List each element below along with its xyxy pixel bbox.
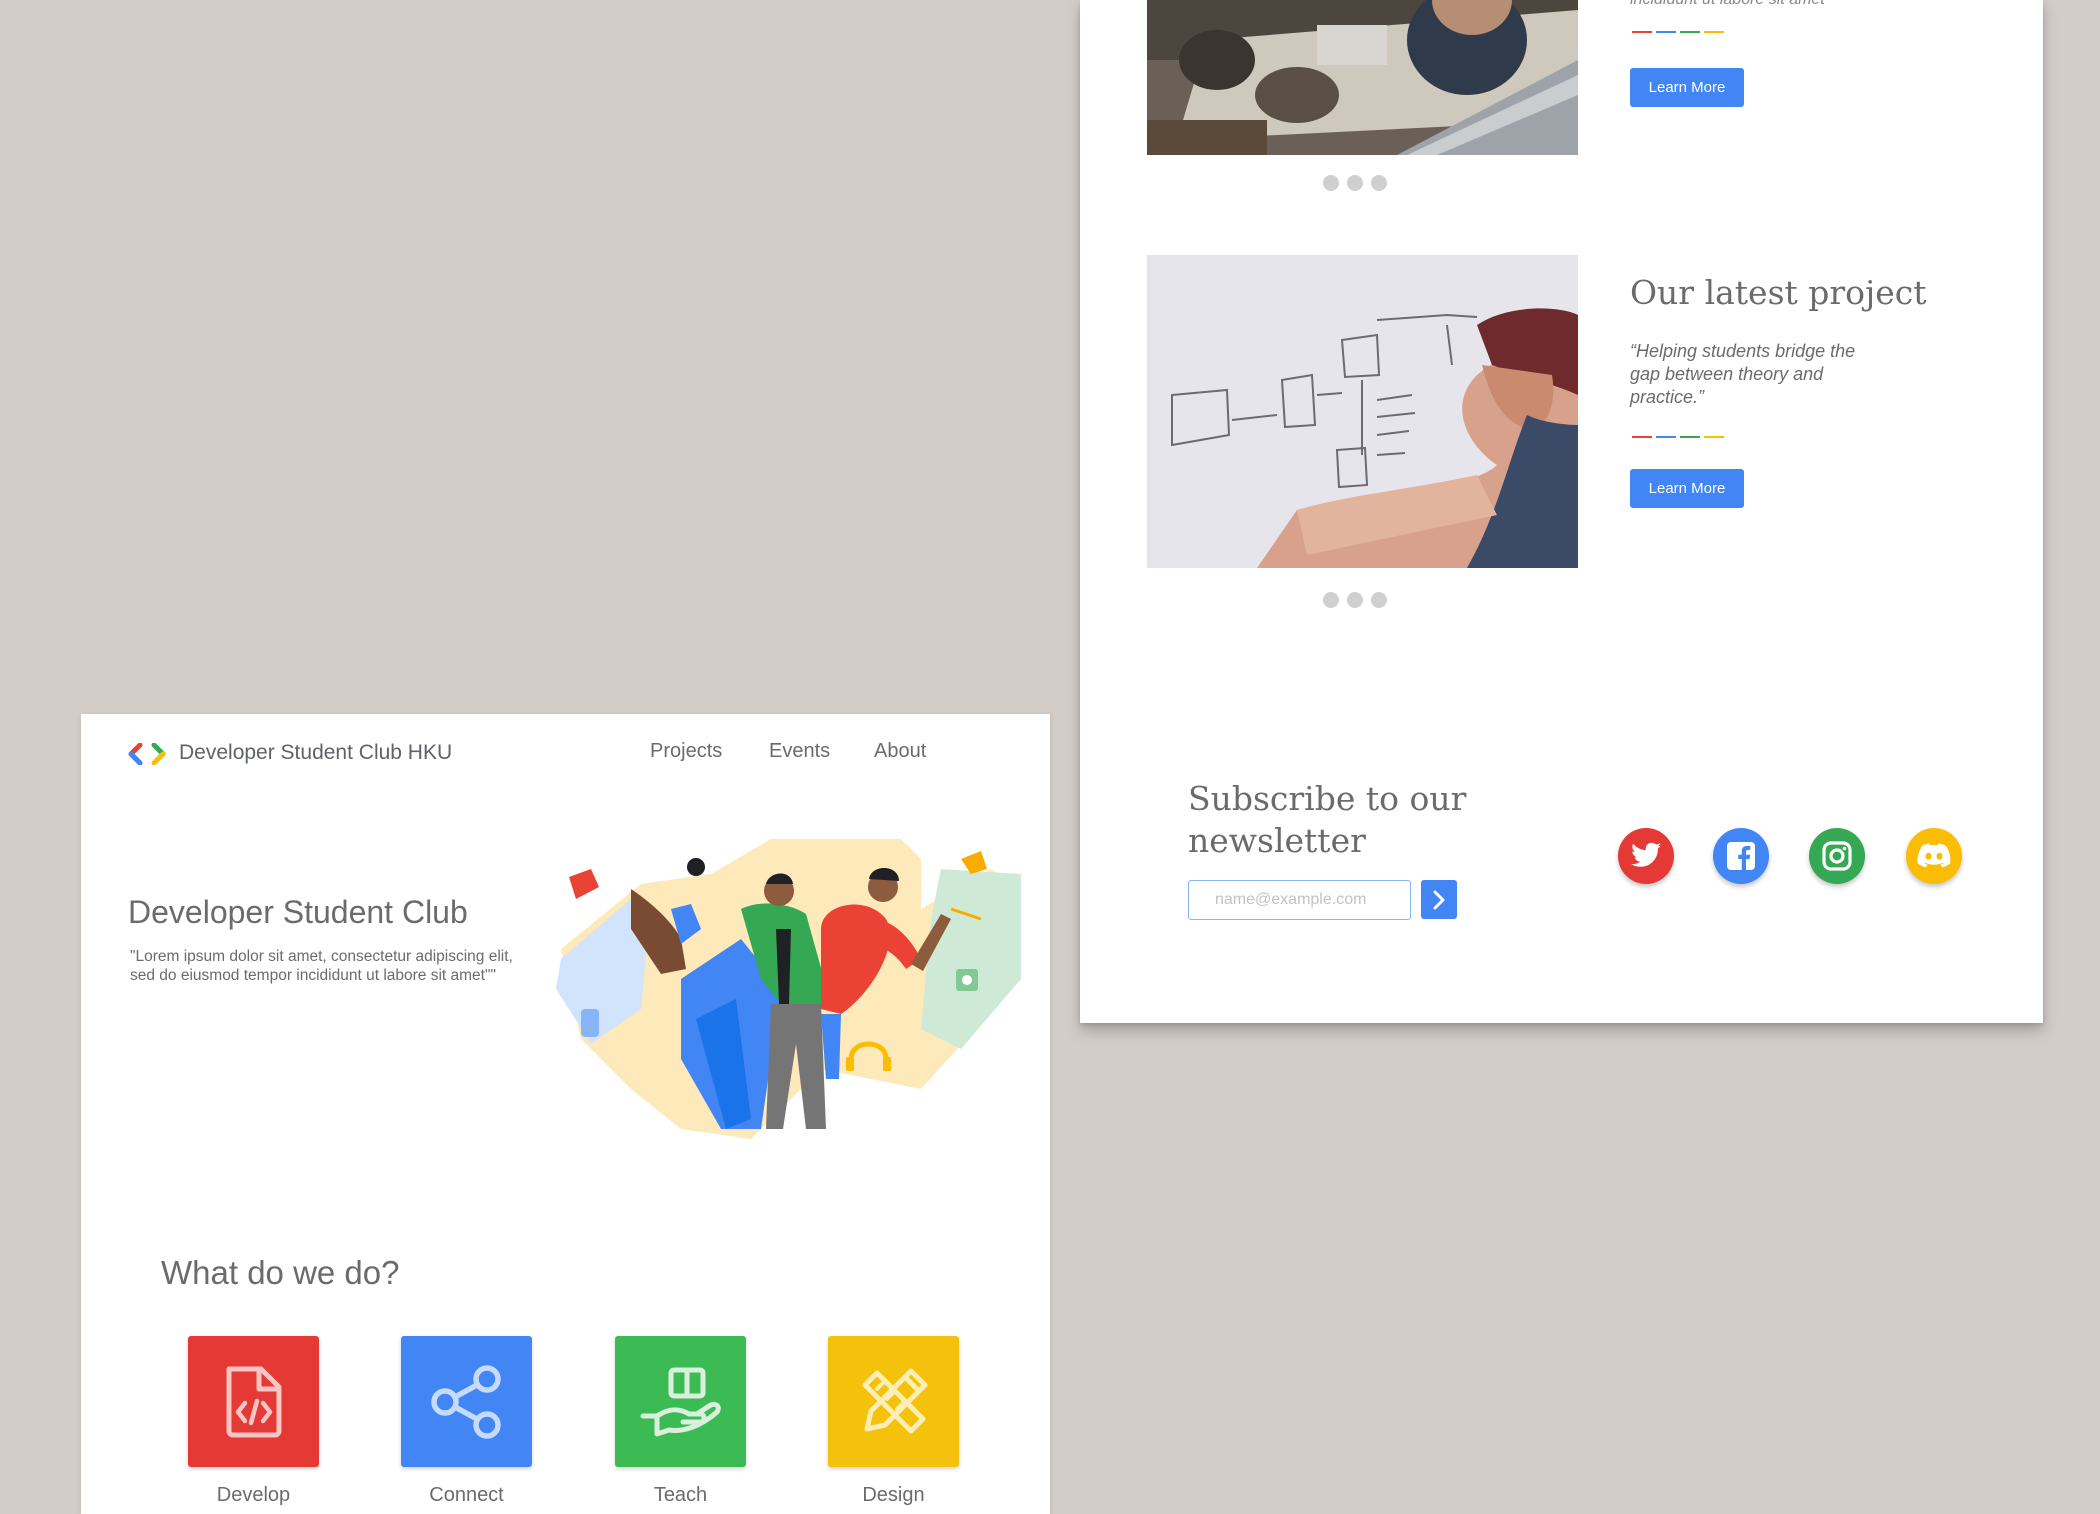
- projects-card: incididunt ut labore sit amet" Learn Mor…: [1080, 0, 2043, 1023]
- carousel-dot[interactable]: [1347, 175, 1363, 191]
- twitter-button[interactable]: [1618, 828, 1674, 884]
- newsletter-email-input[interactable]: [1188, 880, 1411, 920]
- newsletter-title: Subscribe to our newsletter: [1188, 779, 1467, 860]
- teach-tile[interactable]: [615, 1336, 746, 1467]
- project-quote: incididunt ut labore sit amet": [1630, 0, 1890, 11]
- carousel-dot[interactable]: [1371, 175, 1387, 191]
- connect-label: Connect: [429, 1484, 504, 1506]
- instagram-button[interactable]: [1809, 828, 1865, 884]
- nav-projects[interactable]: Projects: [650, 740, 722, 763]
- share-nodes-icon: [430, 1364, 501, 1439]
- project-title: Our latest project: [1630, 273, 1927, 312]
- twitter-icon: [1631, 842, 1661, 867]
- chevron-right-icon: [1433, 890, 1445, 909]
- discord-icon: [1917, 843, 1951, 868]
- facebook-button[interactable]: [1713, 828, 1769, 884]
- facebook-icon: [1727, 842, 1755, 870]
- color-divider: [1632, 31, 1724, 33]
- design-label: Design: [862, 1484, 925, 1506]
- connect-tile[interactable]: [401, 1336, 532, 1467]
- project-photo-whiteboard: [1147, 255, 1578, 568]
- hero-subtitle: "Lorem ipsum dolor sit amet, consectetur…: [130, 948, 513, 984]
- carousel-dots[interactable]: [1323, 175, 1387, 191]
- learn-more-button[interactable]: Learn More: [1630, 469, 1744, 508]
- pencil-ruler-icon: [862, 1368, 927, 1433]
- develop-tile[interactable]: [188, 1336, 319, 1467]
- teach-label: Teach: [653, 1484, 708, 1506]
- carousel-dot[interactable]: [1347, 592, 1363, 608]
- design-tile[interactable]: [828, 1336, 959, 1467]
- carousel-dot[interactable]: [1323, 175, 1339, 191]
- nav-events[interactable]: Events: [769, 740, 830, 763]
- color-divider: [1632, 436, 1724, 438]
- learn-more-button[interactable]: Learn More: [1630, 68, 1744, 107]
- project-photo-people-laptops: [1147, 0, 1578, 155]
- hero-title: Developer Student Club: [128, 894, 468, 930]
- carousel-dot[interactable]: [1371, 592, 1387, 608]
- develop-label: Develop: [216, 1484, 291, 1506]
- discord-button[interactable]: [1906, 828, 1962, 884]
- instagram-icon: [1822, 841, 1852, 871]
- newsletter-submit-button[interactable]: [1421, 880, 1457, 919]
- home-card: Developer Student Club HKU Projects Even…: [81, 714, 1050, 1514]
- code-file-icon: [226, 1366, 281, 1437]
- hand-book-icon: [640, 1367, 721, 1436]
- carousel-dots[interactable]: [1323, 592, 1387, 608]
- carousel-dot[interactable]: [1323, 592, 1339, 608]
- nav-about[interactable]: About: [874, 740, 926, 763]
- dsc-logo-icon[interactable]: [128, 743, 168, 765]
- project-quote: “Helping students bridge the gap between…: [1630, 341, 1856, 407]
- people-illustration: [556, 839, 1021, 1139]
- brand-name[interactable]: Developer Student Club HKU: [179, 741, 452, 765]
- what-title: What do we do?: [161, 1254, 400, 1291]
